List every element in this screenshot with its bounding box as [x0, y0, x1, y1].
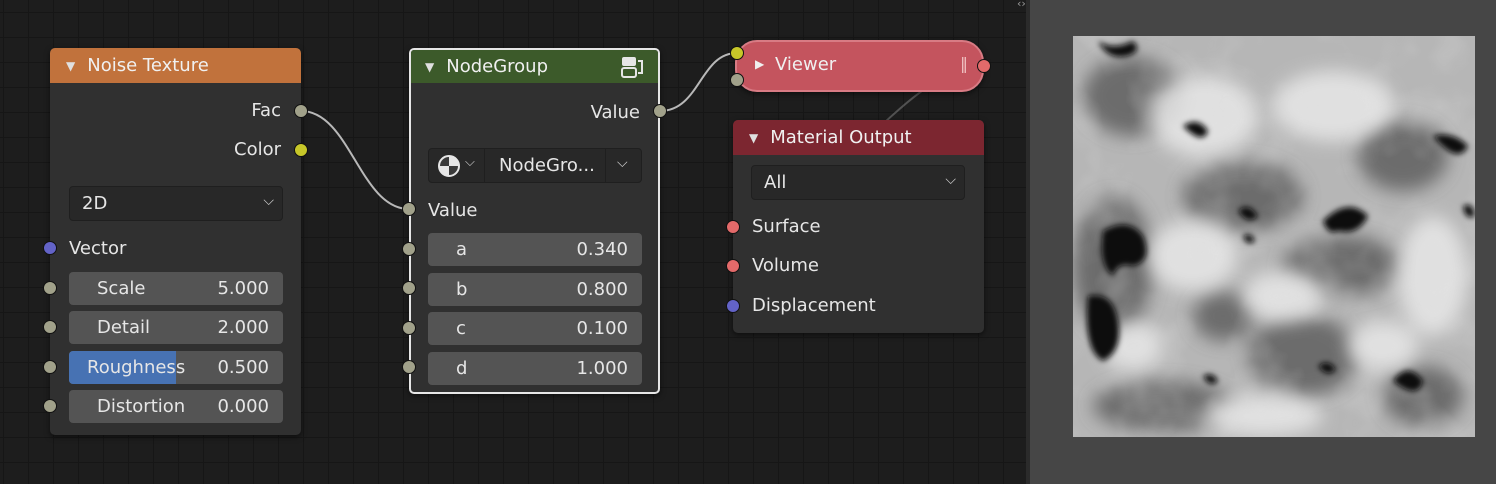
viewer-output-socket[interactable] [977, 59, 991, 73]
color-output-socket[interactable] [294, 143, 308, 157]
surface-input-label: Surface [752, 216, 821, 237]
viewer-node[interactable]: ▶ Viewer ‖ [735, 40, 984, 92]
chevron-down-icon: ⌵ [945, 172, 956, 188]
viewer-socket-bars-icon: ‖ [960, 54, 968, 73]
noise-texture-header[interactable]: ▼ Noise Texture [50, 48, 301, 83]
shading-sphere-icon [438, 155, 460, 177]
chevron-down-icon: ⌵ [263, 193, 274, 209]
detail-input-socket[interactable] [43, 320, 57, 334]
triangle-down-icon[interactable]: ▼ [749, 131, 758, 145]
material-output-title: Material Output [770, 127, 912, 148]
input-c-label: c [456, 318, 466, 339]
volume-input-socket[interactable] [726, 259, 740, 273]
input-a-socket[interactable] [402, 242, 416, 256]
viewer-input-socket-top[interactable] [730, 46, 744, 60]
scale-input-socket[interactable] [43, 281, 57, 295]
roughness-label: Roughness [87, 357, 186, 378]
chevron-down-icon: ⌵ [617, 155, 628, 171]
chevron-down-icon: ⌵ [465, 155, 475, 170]
nodegroup-value-input-socket[interactable] [402, 202, 416, 216]
target-dropdown[interactable]: All ⌵ [751, 165, 965, 200]
group-dropdown-button[interactable]: ⌵ [605, 149, 641, 182]
material-output-node[interactable]: ▼ Material Output All ⌵ Surface Volume D… [733, 120, 984, 333]
node-group-icon[interactable] [620, 55, 646, 79]
scale-value: 5.000 [217, 278, 269, 299]
distortion-input-socket[interactable] [43, 399, 57, 413]
input-d-socket[interactable] [402, 360, 416, 374]
detail-label: Detail [97, 317, 151, 338]
input-vector-label: Vector [69, 238, 127, 259]
displacement-input-label: Displacement [752, 295, 876, 316]
group-selector[interactable]: ⌵ NodeGro... ⌵ [428, 148, 642, 183]
noise-texture-node[interactable]: ▼ Noise Texture Fac Color 2D ⌵ Vector Sc… [50, 48, 301, 435]
image-preview-area[interactable] [1030, 0, 1496, 484]
input-d-field[interactable]: d 1.000 [428, 352, 642, 385]
input-b-field[interactable]: b 0.800 [428, 273, 642, 306]
nodegroup-input-value-label: Value [428, 200, 478, 221]
input-a-label: a [456, 239, 468, 260]
surface-input-socket[interactable] [726, 220, 740, 234]
triangle-down-icon[interactable]: ▼ [425, 60, 434, 74]
roughness-slider[interactable]: Roughness 0.500 [69, 351, 283, 384]
group-browse-button[interactable]: ⌵ [429, 149, 485, 182]
viewer-input-socket-bottom[interactable] [730, 73, 744, 87]
vector-input-socket[interactable] [43, 241, 57, 255]
nodegroup-header[interactable]: ▼ NodeGroup [411, 50, 658, 83]
scale-label: Scale [97, 278, 146, 299]
input-b-label: b [456, 279, 468, 300]
volume-input-label: Volume [752, 255, 819, 276]
target-value: All [764, 172, 787, 193]
input-c-socket[interactable] [402, 321, 416, 335]
input-d-value: 1.000 [576, 358, 628, 379]
wire-fac-to-value [300, 110, 410, 210]
detail-value: 2.000 [217, 317, 269, 338]
triangle-down-icon[interactable]: ▼ [66, 59, 75, 73]
dimension-value: 2D [82, 193, 108, 214]
viewer-title: Viewer [775, 54, 837, 75]
scale-field[interactable]: Scale 5.000 [69, 272, 283, 305]
roughness-value: 0.500 [217, 357, 269, 378]
detail-field[interactable]: Detail 2.000 [69, 311, 283, 344]
dimension-dropdown[interactable]: 2D ⌵ [69, 186, 283, 221]
nodegroup-node[interactable]: ▼ NodeGroup Value ⌵ NodeGro... ⌵ Value a… [409, 48, 660, 394]
fac-output-socket[interactable] [294, 104, 308, 118]
distortion-field[interactable]: Distortion 0.000 [69, 390, 283, 423]
input-d-label: d [456, 358, 468, 379]
noise-texture-title: Noise Texture [87, 55, 209, 76]
noise-texture-preview [1073, 36, 1475, 437]
distortion-value: 0.000 [217, 396, 269, 417]
output-color-label: Color [234, 139, 281, 160]
input-b-socket[interactable] [402, 281, 416, 295]
wire-value-to-viewer [659, 52, 738, 112]
resize-arrows-icon[interactable]: ‹› [1017, 0, 1026, 10]
nodegroup-value-output-socket[interactable] [653, 104, 667, 118]
input-b-value: 0.800 [576, 279, 628, 300]
displacement-input-socket[interactable] [726, 299, 740, 313]
input-c-field[interactable]: c 0.100 [428, 312, 642, 345]
triangle-right-icon[interactable]: ▶ [755, 57, 764, 71]
input-c-value: 0.100 [576, 318, 628, 339]
output-fac-label: Fac [251, 100, 281, 121]
roughness-input-socket[interactable] [43, 360, 57, 374]
node-editor[interactable]: ▼ Noise Texture Fac Color 2D ⌵ Vector Sc… [0, 0, 1026, 484]
input-a-value: 0.340 [576, 239, 628, 260]
nodegroup-title: NodeGroup [446, 56, 549, 77]
distortion-label: Distortion [97, 396, 186, 417]
group-name: NodeGro... [499, 155, 595, 176]
nodegroup-output-label: Value [590, 102, 640, 123]
material-output-header[interactable]: ▼ Material Output [733, 120, 984, 155]
input-a-field[interactable]: a 0.340 [428, 233, 642, 266]
